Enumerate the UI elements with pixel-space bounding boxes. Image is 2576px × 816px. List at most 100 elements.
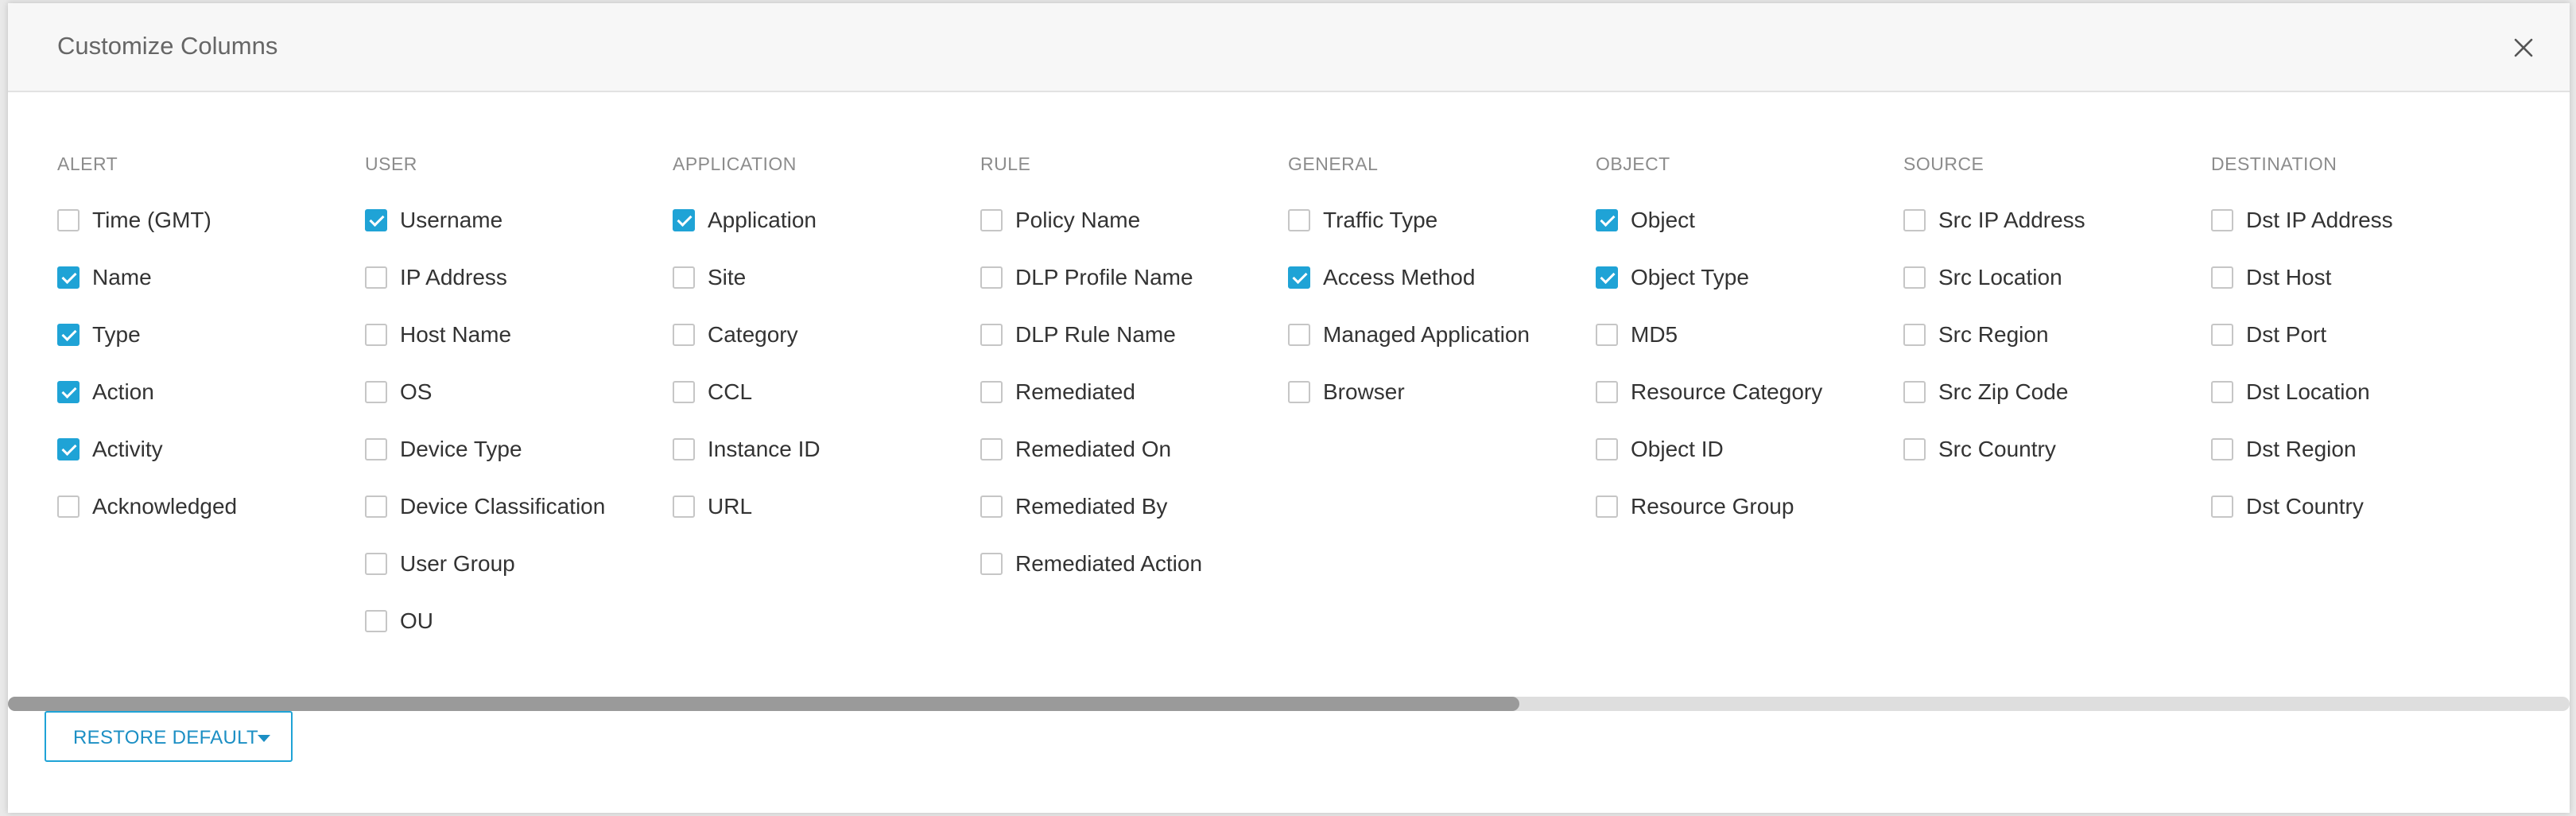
checkbox-unchecked[interactable]	[1903, 381, 1926, 403]
checkbox-unchecked[interactable]	[365, 438, 387, 460]
checkbox-unchecked[interactable]	[980, 209, 1003, 231]
column-option[interactable]: DLP Profile Name	[980, 264, 1282, 321]
column-option-label[interactable]: Resource Category	[1631, 379, 1822, 406]
column-option-label[interactable]: Device Classification	[400, 493, 605, 520]
column-option-label[interactable]: Policy Name	[1015, 207, 1140, 234]
checkbox-unchecked[interactable]	[673, 438, 695, 460]
column-option[interactable]: Action	[57, 379, 359, 436]
column-option[interactable]: Resource Category	[1596, 379, 1898, 436]
column-option[interactable]: Object ID	[1596, 436, 1898, 493]
checkbox-unchecked[interactable]	[365, 324, 387, 346]
column-option[interactable]: DLP Rule Name	[980, 321, 1282, 379]
column-option[interactable]: Remediated Action	[980, 550, 1282, 608]
checkbox-unchecked[interactable]	[1596, 438, 1618, 460]
column-option[interactable]: Username	[365, 207, 667, 264]
column-option[interactable]: Dst Host	[2211, 264, 2513, 321]
column-option-label[interactable]: Device Type	[400, 436, 522, 463]
checkbox-checked[interactable]	[365, 209, 387, 231]
column-option-label[interactable]: MD5	[1631, 321, 1678, 348]
column-option-label[interactable]: Application	[708, 207, 817, 234]
checkbox-unchecked[interactable]	[2211, 324, 2233, 346]
scrollbar-thumb[interactable]	[8, 697, 1519, 711]
column-option[interactable]: Resource Group	[1596, 493, 1898, 550]
column-option-label[interactable]: Dst Location	[2246, 379, 2370, 406]
column-option[interactable]: OU	[365, 608, 667, 665]
column-option[interactable]: Object Type	[1596, 264, 1898, 321]
checkbox-unchecked[interactable]	[673, 381, 695, 403]
checkbox-unchecked[interactable]	[1903, 438, 1926, 460]
column-option[interactable]: Src IP Address	[1903, 207, 2206, 264]
column-option[interactable]: IP Address	[365, 264, 667, 321]
checkbox-unchecked[interactable]	[1596, 381, 1618, 403]
checkbox-unchecked[interactable]	[980, 553, 1003, 575]
column-option-label[interactable]: URL	[708, 493, 752, 520]
column-option-label[interactable]: Acknowledged	[92, 493, 237, 520]
column-option-label[interactable]: Src Zip Code	[1938, 379, 2068, 406]
column-option[interactable]: Instance ID	[673, 436, 975, 493]
checkbox-unchecked[interactable]	[365, 266, 387, 289]
checkbox-unchecked[interactable]	[1903, 266, 1926, 289]
column-option-label[interactable]: Managed Application	[1323, 321, 1530, 348]
column-option-label[interactable]: Src Country	[1938, 436, 2056, 463]
column-option-label[interactable]: Activity	[92, 436, 163, 463]
column-option[interactable]: Type	[57, 321, 359, 379]
column-option[interactable]: Dst IP Address	[2211, 207, 2513, 264]
column-option[interactable]: Device Classification	[365, 493, 667, 550]
checkbox-unchecked[interactable]	[365, 553, 387, 575]
column-option[interactable]: Remediated On	[980, 436, 1282, 493]
checkbox-unchecked[interactable]	[673, 495, 695, 518]
column-option[interactable]: Name	[57, 264, 359, 321]
column-option-label[interactable]: Remediated	[1015, 379, 1135, 406]
column-option[interactable]: Policy Name	[980, 207, 1282, 264]
checkbox-unchecked[interactable]	[365, 381, 387, 403]
column-option-label[interactable]: Traffic Type	[1323, 207, 1437, 234]
checkbox-unchecked[interactable]	[2211, 266, 2233, 289]
checkbox-checked[interactable]	[57, 438, 80, 460]
checkbox-checked[interactable]	[57, 381, 80, 403]
column-option[interactable]: Src Location	[1903, 264, 2206, 321]
column-option[interactable]: Dst Region	[2211, 436, 2513, 493]
column-option-label[interactable]: CCL	[708, 379, 752, 406]
close-button[interactable]	[2511, 35, 2536, 60]
restore-default-button[interactable]: RESTORE DEFAULT	[45, 711, 293, 762]
column-option[interactable]: Traffic Type	[1288, 207, 1590, 264]
column-option[interactable]: Browser	[1288, 379, 1590, 436]
checkbox-unchecked[interactable]	[1596, 495, 1618, 518]
column-option-label[interactable]: Username	[400, 207, 502, 234]
column-option[interactable]: Device Type	[365, 436, 667, 493]
column-option[interactable]: Dst Port	[2211, 321, 2513, 379]
column-option-label[interactable]: Access Method	[1323, 264, 1475, 291]
column-option-label[interactable]: Src IP Address	[1938, 207, 2085, 234]
checkbox-unchecked[interactable]	[980, 324, 1003, 346]
checkbox-checked[interactable]	[1596, 266, 1618, 289]
column-option[interactable]: Dst Country	[2211, 493, 2513, 550]
column-option-label[interactable]: Object Type	[1631, 264, 1749, 291]
checkbox-unchecked[interactable]	[673, 266, 695, 289]
column-option[interactable]: Remediated	[980, 379, 1282, 436]
column-option-label[interactable]: User Group	[400, 550, 515, 577]
column-option[interactable]: Time (GMT)	[57, 207, 359, 264]
checkbox-unchecked[interactable]	[980, 266, 1003, 289]
checkbox-unchecked[interactable]	[2211, 438, 2233, 460]
column-option-label[interactable]: Dst Region	[2246, 436, 2357, 463]
column-option[interactable]: Src Country	[1903, 436, 2206, 493]
column-option-label[interactable]: Dst IP Address	[2246, 207, 2393, 234]
column-option-label[interactable]: Dst Country	[2246, 493, 2364, 520]
column-option-label[interactable]: Remediated By	[1015, 493, 1167, 520]
checkbox-unchecked[interactable]	[980, 495, 1003, 518]
checkbox-unchecked[interactable]	[2211, 209, 2233, 231]
checkbox-unchecked[interactable]	[2211, 381, 2233, 403]
checkbox-unchecked[interactable]	[365, 610, 387, 632]
column-option-label[interactable]: Src Region	[1938, 321, 2049, 348]
column-option[interactable]: Acknowledged	[57, 493, 359, 550]
caret-down-icon[interactable]	[258, 735, 270, 742]
column-option-label[interactable]: Resource Group	[1631, 493, 1794, 520]
column-option-label[interactable]: DLP Rule Name	[1015, 321, 1176, 348]
column-option[interactable]: Src Region	[1903, 321, 2206, 379]
column-option-label[interactable]: Browser	[1323, 379, 1405, 406]
column-option[interactable]: MD5	[1596, 321, 1898, 379]
checkbox-unchecked[interactable]	[980, 438, 1003, 460]
column-option[interactable]: Activity	[57, 436, 359, 493]
column-option[interactable]: Category	[673, 321, 975, 379]
checkbox-unchecked[interactable]	[673, 324, 695, 346]
